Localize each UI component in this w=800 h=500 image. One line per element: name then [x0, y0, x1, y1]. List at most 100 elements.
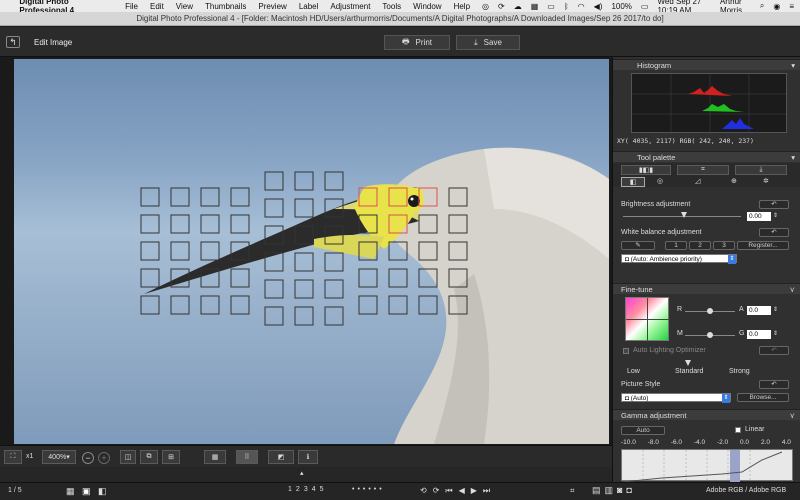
tab-color[interactable]: ◿ [695, 177, 700, 185]
back-button[interactable]: ↰ [6, 36, 20, 48]
af-points-button[interactable]: ⠿ [236, 450, 258, 464]
double-chevron-icon[interactable]: ⋎ [790, 410, 796, 421]
brightness-value[interactable]: 0.00 [747, 212, 771, 221]
zoom-select[interactable]: 400% ▾ [42, 450, 76, 464]
airdrop-icon[interactable]: ◎ [482, 2, 489, 11]
picture-style-reset-button[interactable]: ↶ [759, 380, 789, 389]
wifi-icon[interactable]: ◠ [578, 2, 585, 11]
menu-view[interactable]: View [176, 2, 193, 11]
grid-button[interactable]: ▦ [204, 450, 226, 464]
alo-marker[interactable] [685, 360, 691, 366]
battery-icon[interactable]: ▭ [641, 2, 649, 11]
double-chevron-icon[interactable]: ⋎ [790, 284, 796, 295]
color-wheel[interactable] [625, 297, 670, 342]
rating-dots[interactable]: •••••• [352, 486, 385, 493]
info-button[interactable]: ℹ [298, 450, 318, 464]
wb-select[interactable]: ◘ (Auto: Ambience priority) ⇕ [621, 254, 737, 264]
overlay-button[interactable]: ◩ [268, 450, 294, 464]
wb-register-button[interactable]: Register... [737, 241, 789, 250]
wb-reset-button[interactable]: ↶ [759, 228, 789, 237]
rating-1[interactable]: 1 [288, 486, 292, 493]
grid-icon[interactable]: ▦ [531, 2, 539, 11]
menu-label[interactable]: Label [299, 2, 319, 11]
tool-palette-header[interactable]: Tool palette ▾ [613, 151, 800, 162]
browse-button[interactable]: Browse... [737, 393, 789, 402]
menu-thumbnails[interactable]: Thumbnails [205, 2, 246, 11]
gamma-header[interactable]: Gamma adjustment ⋎ [613, 409, 800, 420]
single-view-icon[interactable]: ▣ [82, 486, 91, 497]
first-icon[interactable]: ⏮ [445, 486, 452, 496]
menu-file[interactable]: File [125, 2, 138, 11]
multi-view-icon[interactable]: ◧ [98, 486, 107, 497]
menu-window[interactable]: Window [413, 2, 441, 11]
wb-preset-3[interactable]: 3 [713, 241, 735, 250]
a-value[interactable]: 0.0 [747, 306, 771, 315]
zoom-in-button[interactable]: + [98, 452, 110, 464]
rating-4[interactable]: 4 [312, 486, 316, 493]
alo-reset-button[interactable]: ↶ [759, 346, 789, 355]
print-button[interactable]: 🖶 Print [384, 35, 450, 50]
alo-checkbox[interactable] [623, 348, 629, 354]
panel-stamp-icon[interactable]: ◙ [617, 485, 622, 496]
fit-screen-button[interactable]: ⛶ [4, 450, 22, 464]
rotate-right-icon[interactable]: ⟳ [433, 486, 440, 496]
mg-thumb[interactable] [707, 332, 713, 338]
tab-crop[interactable]: ⌗ [677, 165, 729, 175]
brightness-reset-button[interactable]: ↶ [759, 200, 789, 209]
search-icon[interactable]: ⌕ [760, 1, 764, 11]
tab-detail[interactable]: ⊕ [731, 177, 737, 185]
photo-preview[interactable] [14, 59, 609, 444]
siri-icon[interactable]: ◉ [773, 2, 780, 11]
crop-tool-icon[interactable]: ⌗ [570, 486, 575, 496]
menu-help[interactable]: Help [454, 2, 470, 11]
rating-5[interactable]: 5 [320, 486, 324, 493]
volume-icon[interactable]: ◀) [594, 2, 603, 11]
zoom-x1[interactable]: x1 [26, 453, 33, 460]
wb-preset-1[interactable]: 1 [665, 241, 687, 250]
tab-basic[interactable]: ◧ [621, 177, 645, 187]
fine-tune-header[interactable]: Fine-tune ⋎ [613, 283, 800, 294]
stepper-icon[interactable]: ⇕ [773, 306, 778, 313]
menu-tools[interactable]: Tools [382, 2, 401, 11]
collapse-icon[interactable]: ▾ [791, 152, 795, 163]
panel-edit-icon[interactable]: ▤ [592, 485, 601, 496]
tab-settings[interactable]: ✲ [763, 177, 769, 185]
rating-2[interactable]: 2 [296, 486, 300, 493]
tab-export[interactable]: ⤓ [735, 165, 787, 175]
layout-button-1[interactable]: ◫ [120, 450, 136, 464]
cloud-icon[interactable]: ☁ [514, 2, 522, 11]
mirror-icon[interactable]: ▭ [547, 2, 555, 11]
menu-preview[interactable]: Preview [258, 2, 286, 11]
layout-button-2[interactable]: ⧉ [140, 450, 158, 464]
wb-eyedropper-button[interactable]: ✎ [621, 241, 655, 250]
menu-edit[interactable]: Edit [150, 2, 164, 11]
histogram-header[interactable]: Histogram ▾ [613, 59, 800, 70]
next-icon[interactable]: ▶ [471, 486, 477, 496]
prev-icon[interactable]: ◀ [459, 486, 465, 496]
zoom-out-button[interactable]: − [82, 452, 94, 464]
tab-basic-tools[interactable]: ▮◧▮ [621, 165, 671, 175]
save-button[interactable]: ⤓ Save [456, 35, 520, 50]
ra-thumb[interactable] [707, 308, 713, 314]
tab-tone[interactable]: ◎ [657, 177, 663, 185]
notification-icon[interactable]: ≡ [789, 2, 794, 11]
layout-button-3[interactable]: ⊞ [162, 450, 180, 464]
menu-adjustment[interactable]: Adjustment [330, 2, 370, 11]
last-icon[interactable]: ⏭ [483, 486, 490, 496]
gamma-auto-button[interactable]: Auto [621, 426, 665, 435]
gamma-graph[interactable] [621, 449, 793, 483]
rating-3[interactable]: 3 [304, 486, 308, 493]
chevron-up-icon[interactable]: ▴ [300, 469, 310, 477]
linear-checkbox[interactable] [735, 427, 741, 433]
panel-camera-icon[interactable]: ◘ [626, 485, 631, 496]
stepper-icon[interactable]: ⇕ [773, 212, 778, 219]
sync-icon[interactable]: ⟳ [498, 2, 505, 11]
panel-layout-icon[interactable]: ▥ [605, 485, 614, 496]
stepper-icon[interactable]: ⇕ [773, 330, 778, 337]
wb-preset-2[interactable]: 2 [689, 241, 711, 250]
g-value[interactable]: 0.0 [747, 330, 771, 339]
picture-style-select[interactable]: ◘ (Auto) ⇕ [621, 393, 731, 403]
bluetooth-icon[interactable]: ᛒ [564, 2, 569, 11]
collapse-icon[interactable]: ▾ [791, 60, 795, 71]
brightness-thumb[interactable] [681, 212, 687, 218]
